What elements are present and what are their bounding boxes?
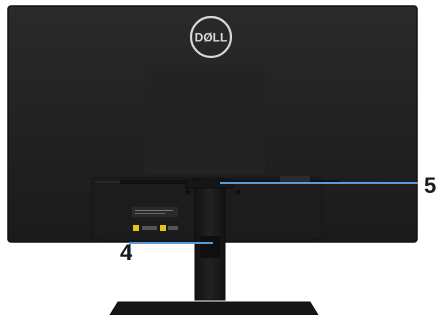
cable-management-slot bbox=[200, 236, 220, 258]
vesa-recess-area bbox=[145, 65, 265, 175]
monitor-rear-view-illustration: DØLL 5 4 bbox=[0, 0, 441, 316]
label-text-block bbox=[142, 226, 157, 230]
warning-label-icon bbox=[160, 225, 166, 231]
screw-hole bbox=[235, 189, 241, 195]
warning-label-icon bbox=[133, 225, 139, 231]
screw-hole bbox=[185, 189, 191, 195]
label-line bbox=[135, 213, 165, 214]
vga-port bbox=[280, 176, 310, 182]
svg-text:DØLL: DØLL bbox=[195, 31, 228, 45]
label-text-block bbox=[168, 226, 178, 230]
callout-label-4: 4 bbox=[120, 240, 133, 265]
label-line bbox=[135, 210, 173, 211]
stand-base bbox=[109, 301, 319, 316]
callout-label-5: 5 bbox=[424, 173, 437, 198]
regulatory-label bbox=[132, 207, 178, 217]
monitor-rear-svg: DØLL bbox=[7, 5, 418, 316]
